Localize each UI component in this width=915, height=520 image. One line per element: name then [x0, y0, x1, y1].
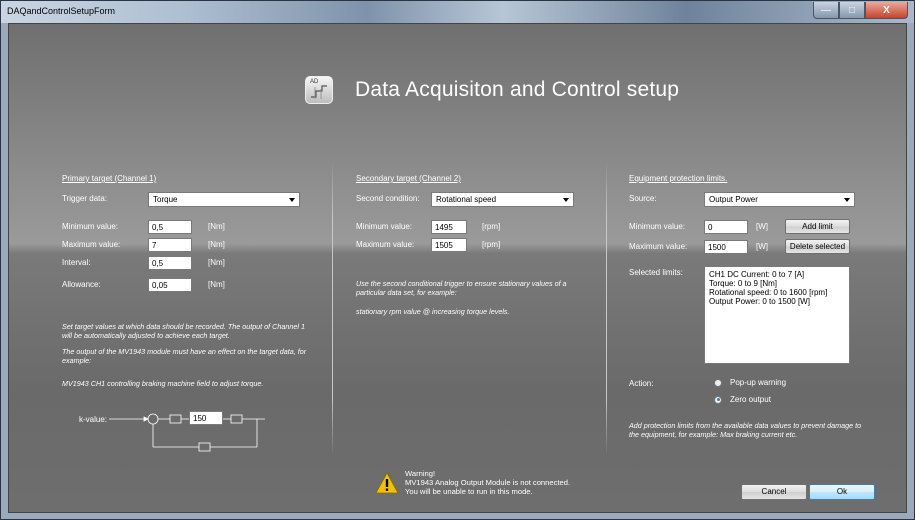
action-label: Action: [629, 379, 654, 388]
protection-panel: Equipment protection limits. Source: Out… [629, 174, 879, 464]
primary-note-2: The output of the MV1943 module must hav… [62, 347, 307, 365]
radio-dot[interactable] [714, 378, 722, 387]
client-area: AD Data Acquisiton and Control setup Pri… [8, 23, 907, 513]
primary-interval-input[interactable]: 0,5 [148, 256, 192, 270]
column-separator-1 [332, 161, 333, 456]
second-condition-label: Second condition: [356, 194, 420, 203]
protection-title: Equipment protection limits. [629, 174, 728, 183]
primary-note-1: Set target values at which data should b… [62, 322, 305, 340]
window-controls: — □ X [813, 2, 908, 19]
chevron-down-icon [563, 198, 569, 202]
protection-min-unit: [W] [756, 222, 768, 231]
secondary-min-unit: [rpm] [482, 222, 501, 231]
window-title: DAQandControlSetupForm [7, 6, 116, 16]
secondary-max-label: Maximum value: [356, 240, 415, 249]
page-header: AD Data Acquisiton and Control setup [305, 76, 679, 104]
add-limit-button[interactable]: Add limit [785, 219, 850, 234]
secondary-target-title: Secondary target (Channel 2) [356, 174, 461, 183]
protection-max-label: Maximum value: [629, 242, 688, 251]
secondary-min-input[interactable]: 1495 [431, 220, 467, 234]
secondary-note-1: Use the second conditional trigger to en… [356, 279, 567, 297]
ad-icon-graphic [311, 85, 327, 99]
protection-min-input[interactable]: 0 [704, 220, 748, 234]
cancel-button[interactable]: Cancel [741, 484, 807, 500]
protection-note: Add protection limits from the available… [629, 421, 862, 439]
list-item[interactable]: Rotational speed: 0 to 1600 [rpm] [709, 288, 845, 297]
ok-button[interactable]: Ok [809, 484, 875, 500]
zero-output-label: Zero output [730, 395, 771, 404]
close-button[interactable]: X [865, 2, 908, 19]
primary-interval-unit: [Nm] [208, 258, 225, 267]
source-label: Source: [629, 194, 657, 203]
maximize-button[interactable]: □ [839, 2, 865, 19]
primary-target-title: Primary target (Channel 1) [62, 174, 157, 183]
primary-max-unit: [Nm] [208, 240, 225, 249]
minimize-button[interactable]: — [813, 2, 839, 19]
chevron-down-icon [844, 198, 850, 202]
secondary-min-label: Minimum value: [356, 222, 413, 231]
protection-min-label: Minimum value: [629, 222, 686, 231]
k-value-input[interactable]: 150 [189, 411, 223, 425]
primary-allowance-input[interactable]: 0,05 [148, 278, 192, 292]
primary-allowance-label: Allowance: [62, 280, 101, 289]
radio-dot-selected[interactable] [714, 395, 722, 404]
primary-min-label: Minimum value: [62, 222, 119, 231]
popup-warning-radio[interactable]: Pop-up warning [714, 378, 786, 387]
warning-title: Warning! [405, 469, 436, 478]
source-select[interactable]: Output Power [704, 192, 855, 207]
list-item[interactable]: CH1 DC Current: 0 to 7 [A] [709, 270, 845, 279]
trigger-data-label: Trigger data: [62, 194, 108, 203]
secondary-max-unit: [rpm] [482, 240, 501, 249]
primary-min-unit: [Nm] [208, 222, 225, 231]
k-value-label: k-value: [79, 415, 108, 424]
popup-warning-label: Pop-up warning [730, 378, 787, 387]
trigger-data-select[interactable]: Torque [148, 192, 300, 207]
page-title: Data Acquisiton and Control setup [355, 78, 680, 101]
primary-allowance-unit: [Nm] [208, 280, 225, 289]
secondary-note-2: stationary rpm value @ increasing torque… [356, 307, 510, 316]
selected-limits-list[interactable]: CH1 DC Current: 0 to 7 [A] Torque: 0 to … [704, 266, 850, 364]
secondary-target-panel: Secondary target (Channel 2) Second cond… [356, 174, 596, 464]
secondary-max-input[interactable]: 1505 [431, 238, 467, 252]
second-condition-value: Rotational speed [436, 195, 497, 204]
selected-limits-label: Selected limits: [629, 268, 683, 277]
trigger-data-value: Torque [153, 195, 178, 204]
connection-warning: Warning! MV1943 Analog Output Module is … [375, 469, 570, 496]
chevron-down-icon [289, 198, 295, 202]
primary-note-3: MV1943 CH1 controlling braking machine f… [62, 379, 264, 388]
primary-min-input[interactable]: 0,5 [148, 220, 192, 234]
warning-line-3: You will be unable to run in this mode. [405, 487, 533, 496]
primary-max-label: Maximum value: [62, 240, 121, 249]
title-bar[interactable]: DAQandControlSetupForm — □ X [1, 1, 914, 23]
zero-output-radio[interactable]: Zero output [714, 395, 771, 404]
primary-max-input[interactable]: 7 [148, 238, 192, 252]
source-value: Output Power [709, 195, 758, 204]
protection-max-input[interactable]: 1500 [704, 240, 748, 254]
list-item[interactable]: Output Power: 0 to 1500 [W] [709, 297, 845, 306]
column-separator-2 [606, 161, 607, 456]
warning-text: Warning! MV1943 Analog Output Module is … [405, 469, 570, 496]
delete-selected-button[interactable]: Delete selected [785, 239, 850, 254]
window: DAQandControlSetupForm — □ X AD Data Acq… [0, 0, 915, 520]
protection-max-unit: [W] [756, 242, 768, 251]
warning-icon [375, 472, 399, 494]
warning-line-2: MV1943 Analog Output Module is not conne… [405, 478, 571, 487]
list-item[interactable]: Torque: 0 to 9 [Nm] [709, 279, 845, 288]
second-condition-select[interactable]: Rotational speed [431, 192, 574, 207]
ad-converter-icon: AD [305, 76, 333, 104]
primary-interval-label: Interval: [62, 258, 91, 267]
